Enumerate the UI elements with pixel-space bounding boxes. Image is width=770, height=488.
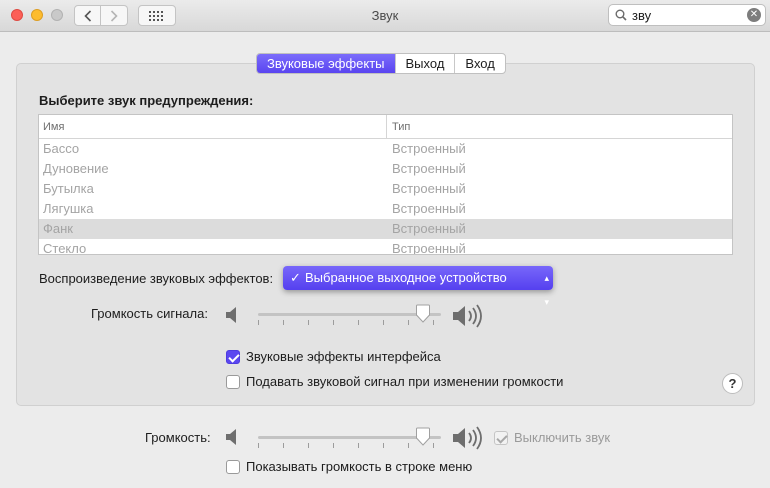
slider-track xyxy=(258,313,441,316)
popup-arrows-icon: ▴ ▾ xyxy=(544,273,549,307)
slider-track xyxy=(258,436,441,439)
table-row[interactable]: Бассо Встроенный xyxy=(39,139,732,159)
row-name: Лягушка xyxy=(43,201,94,216)
slider-knob[interactable] xyxy=(415,427,431,447)
slider-ticks xyxy=(258,320,441,326)
table-row[interactable]: Лягушка Встроенный xyxy=(39,199,732,219)
volume-feedback-checkbox[interactable] xyxy=(226,374,240,389)
row-name: Дуновение xyxy=(43,161,109,176)
volume-feedback-label: Подавать звуковой сигнал при изменении г… xyxy=(246,374,564,389)
tab-sound-effects[interactable]: Звуковые эффекты xyxy=(257,54,395,73)
checkmark-icon: ✓ xyxy=(290,270,301,285)
column-header-name[interactable]: Имя xyxy=(39,115,387,138)
row-name: Бассо xyxy=(43,141,80,156)
mute-label: Выключить звук xyxy=(514,430,611,445)
speaker-low-icon xyxy=(226,307,236,323)
output-volume-slider[interactable] xyxy=(258,427,441,449)
ui-effects-label: Звуковые эффекты интерфейса xyxy=(246,349,441,364)
menu-bar-volume-checkbox[interactable] xyxy=(226,459,240,474)
tab-output[interactable]: Выход xyxy=(394,54,455,73)
ui-effects-checkbox[interactable] xyxy=(226,349,240,364)
row-type: Встроенный xyxy=(392,221,466,236)
volume-feedback-option[interactable]: Подавать звуковой сигнал при изменении г… xyxy=(226,374,563,389)
column-header-type[interactable]: Тип xyxy=(387,115,410,138)
menu-bar-volume-option[interactable]: Показывать громкость в строке меню xyxy=(226,459,472,474)
speaker-low-icon xyxy=(226,429,236,445)
ui-effects-option[interactable]: Звуковые эффекты интерфейса xyxy=(226,349,441,364)
row-name: Бутылка xyxy=(43,181,94,196)
slider-knob[interactable] xyxy=(415,304,431,324)
row-type: Встроенный xyxy=(392,241,466,255)
playback-label: Воспроизведение звуковых эффектов: xyxy=(39,271,274,286)
playback-device-popup[interactable]: ✓ Выбранное выходное устройство ▴ ▾ xyxy=(283,266,553,307)
clear-search-icon[interactable]: ✕ xyxy=(747,8,761,22)
row-type: Встроенный xyxy=(392,181,466,196)
alert-sound-label: Выберите звук предупреждения: xyxy=(39,93,254,108)
search-input[interactable]: зву xyxy=(632,8,651,23)
speaker-high-icon xyxy=(453,304,482,328)
table-row[interactable]: Стекло Встроенный xyxy=(39,239,732,255)
row-type: Встроенный xyxy=(392,201,466,216)
alert-sound-table[interactable]: Имя Тип Бассо Встроенный Дуновение Встро… xyxy=(38,114,733,255)
mute-checkbox[interactable] xyxy=(494,430,508,445)
row-name: Стекло xyxy=(43,241,87,255)
output-volume-label: Громкость: xyxy=(145,430,211,445)
alert-volume-label: Громкость сигнала: xyxy=(91,306,208,321)
menu-bar-volume-label: Показывать громкость в строке меню xyxy=(246,459,473,474)
playback-selected-option: Выбранное выходное устройство xyxy=(305,270,507,285)
row-type: Встроенный xyxy=(392,141,466,156)
alert-volume-slider[interactable] xyxy=(258,304,441,326)
help-button[interactable]: ? xyxy=(722,373,743,394)
search-icon xyxy=(615,9,627,21)
search-field[interactable]: зву ✕ xyxy=(608,4,766,26)
mute-option[interactable]: Выключить звук xyxy=(494,430,610,445)
table-row[interactable]: Дуновение Встроенный xyxy=(39,159,732,179)
tab-input[interactable]: Вход xyxy=(454,54,504,73)
speaker-high-icon xyxy=(453,426,482,450)
title-bar: Звук зву ✕ xyxy=(0,0,770,32)
row-type: Встроенный xyxy=(392,161,466,176)
tab-bar: Звуковые эффекты Выход Вход xyxy=(256,53,506,74)
table-row-selected[interactable]: Фанк Встроенный xyxy=(39,219,732,239)
slider-ticks xyxy=(258,443,441,449)
table-header: Имя Тип xyxy=(39,115,732,139)
table-row[interactable]: Бутылка Встроенный xyxy=(39,179,732,199)
row-name: Фанк xyxy=(43,221,73,236)
